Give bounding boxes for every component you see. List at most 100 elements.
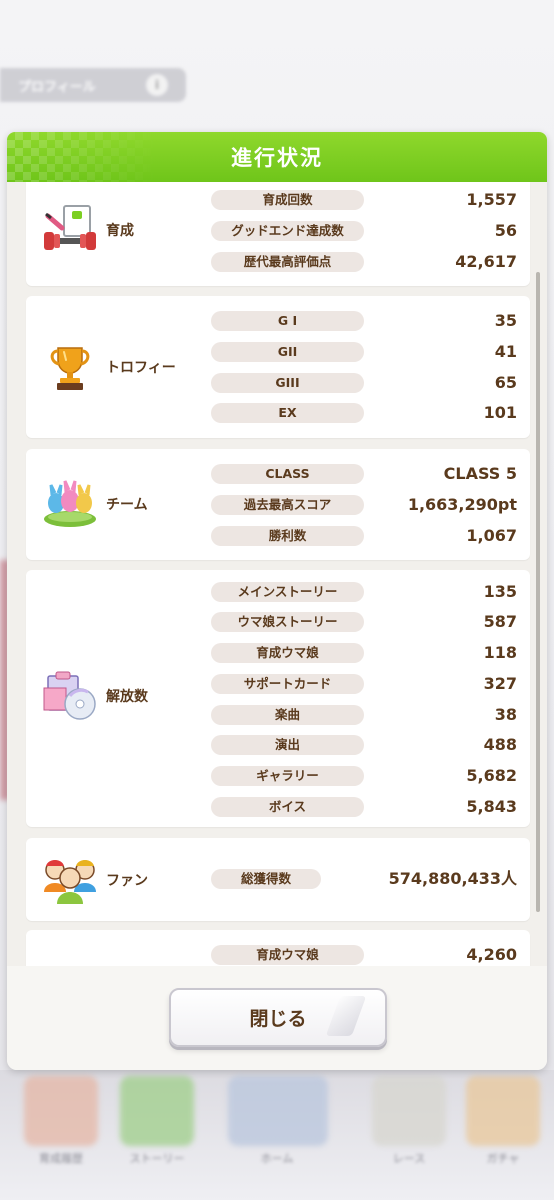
section-trophy: トロフィー G I 35 GII 41 GIII 65 EX 101 — [26, 296, 530, 438]
stat-label: 総獲得数 — [211, 869, 321, 889]
stat-value: CLASS 5 — [443, 464, 517, 483]
nav-label-history: 育成履歴 — [39, 1152, 83, 1165]
fans-icon — [40, 850, 100, 910]
stat-label: ボイス — [211, 797, 364, 817]
section-fans: ファン 総獲得数 574,880,433人 — [26, 838, 530, 921]
section-name: 育成 — [106, 223, 134, 239]
section-name: 解放数 — [106, 689, 148, 705]
stat-value: 135 — [483, 582, 517, 601]
progress-scroll-area[interactable]: 育成 育成回数 1,557 グッドエンド達成数 56 歴代最高評価点 42,61… — [7, 182, 547, 966]
stat-label: ウマ娘ストーリー — [211, 612, 364, 632]
section-training-header: 育成 — [40, 200, 134, 260]
stat-row: グッドエンド達成数 56 — [211, 221, 517, 241]
stat-value: 1,557 — [466, 190, 517, 209]
stat-label: 育成回数 — [211, 190, 364, 210]
section-name: チーム — [106, 497, 148, 513]
stat-label: GIII — [211, 373, 364, 393]
stat-value: 35 — [494, 311, 517, 330]
stat-row: GIII 65 — [211, 373, 517, 393]
stat-row: G I 35 — [211, 311, 517, 331]
stat-row: 楽曲 38 — [211, 705, 517, 725]
nav-icon-gacha — [466, 1076, 540, 1146]
progress-dialog: 進行状況 育成 育成回数 1,557 グッドエンド達成数 56 歴代最高評価点 … — [7, 132, 547, 1070]
stat-value: 65 — [494, 373, 517, 392]
stat-value: 42,617 — [455, 252, 517, 271]
bottom-nav-blurred: 育成履歴 ストーリー ホーム レース ガチャ — [0, 1070, 554, 1200]
profile-tab-label: プロフィール — [18, 79, 96, 95]
stat-value: 327 — [483, 674, 517, 693]
stat-value: 101 — [483, 403, 517, 422]
stat-label: EX — [211, 403, 364, 423]
stat-value: 4,260 — [466, 945, 517, 964]
team-icon — [40, 474, 100, 534]
section-team: チーム CLASS CLASS 5 過去最高スコア 1,663,290pt 勝利… — [26, 449, 530, 560]
unlock-media-icon — [40, 666, 100, 726]
stat-row: 総獲得数 574,880,433人 — [211, 869, 517, 889]
dialog-header: 進行状況 — [7, 132, 547, 182]
scrollbar[interactable] — [536, 272, 540, 912]
stat-label: サポートカード — [211, 674, 364, 694]
stat-row: 育成回数 1,557 — [211, 190, 517, 210]
stat-row: EX 101 — [211, 403, 517, 423]
stat-label: メインストーリー — [211, 582, 364, 602]
stat-value: 1,663,290pt — [407, 495, 517, 514]
stat-value: 1,067 — [466, 526, 517, 545]
stat-row: 育成ウマ娘 4,260 — [211, 945, 517, 965]
close-button[interactable]: 閉じる — [169, 988, 387, 1047]
stat-value: 56 — [494, 221, 517, 240]
stat-value: 5,682 — [466, 766, 517, 785]
section-name: ファン — [106, 873, 148, 889]
stat-row: 歴代最高評価点 42,617 — [211, 252, 517, 272]
training-dumbbell-icon — [40, 200, 100, 260]
nav-label-race: レース — [392, 1152, 426, 1165]
stat-label: 過去最高スコア — [211, 495, 364, 515]
stat-row: 育成ウマ娘 118 — [211, 643, 517, 663]
stat-label: GII — [211, 342, 364, 362]
dialog-title: 進行状況 — [231, 146, 323, 170]
stat-row: 演出 488 — [211, 735, 517, 755]
stat-label: グッドエンド達成数 — [211, 221, 364, 241]
stat-label: G I — [211, 311, 364, 331]
close-button-label: 閉じる — [249, 1008, 307, 1030]
section-unlocks-header: 解放数 — [40, 666, 148, 726]
trophy-icon — [40, 337, 100, 397]
stat-row: GII 41 — [211, 342, 517, 362]
stat-label: 育成ウマ娘 — [211, 945, 364, 965]
stat-value: 5,843 — [466, 797, 517, 816]
nav-icon-race — [372, 1076, 446, 1146]
stat-label: 演出 — [211, 735, 364, 755]
stat-label: CLASS — [211, 464, 364, 484]
header-pattern — [7, 132, 157, 182]
stat-row: ウマ娘ストーリー 587 — [211, 612, 517, 632]
nav-icon-story — [120, 1076, 194, 1146]
section-training: 育成 育成回数 1,557 グッドエンド達成数 56 歴代最高評価点 42,61… — [26, 182, 530, 286]
section-unlocks: 解放数 メインストーリー 135 ウマ娘ストーリー 587 育成ウマ娘 118 … — [26, 570, 530, 827]
info-icon: i — [146, 74, 168, 96]
stat-row: メインストーリー 135 — [211, 582, 517, 602]
dialog-footer: 閉じる — [7, 966, 547, 1070]
stat-row: ギャラリー 5,682 — [211, 766, 517, 786]
stat-value: 118 — [483, 643, 517, 662]
stat-row: CLASS CLASS 5 — [211, 464, 517, 484]
button-shine — [325, 996, 367, 1036]
stat-row: 勝利数 1,067 — [211, 526, 517, 546]
stat-row: サポートカード 327 — [211, 674, 517, 694]
stat-value: 574,880,433人 — [388, 869, 517, 888]
stat-label: 勝利数 — [211, 526, 364, 546]
section-name: トロフィー — [106, 360, 176, 376]
nav-label-gacha: ガチャ — [486, 1152, 520, 1165]
nav-icon-history — [24, 1076, 98, 1146]
nav-label-story: ストーリー — [129, 1152, 185, 1165]
stat-value: 38 — [494, 705, 517, 724]
stat-value: 587 — [483, 612, 517, 631]
stat-value: 41 — [494, 342, 517, 361]
nav-label-home: ホーム — [260, 1152, 294, 1165]
stat-label: 楽曲 — [211, 705, 364, 725]
stat-label: 育成ウマ娘 — [211, 643, 364, 663]
section-fans-header: ファン — [40, 850, 148, 910]
section-next: 育成ウマ娘 4,260 — [26, 930, 530, 966]
section-trophy-header: トロフィー — [40, 337, 176, 397]
stat-value: 488 — [483, 735, 517, 754]
section-team-header: チーム — [40, 474, 148, 534]
stat-label: ギャラリー — [211, 766, 364, 786]
